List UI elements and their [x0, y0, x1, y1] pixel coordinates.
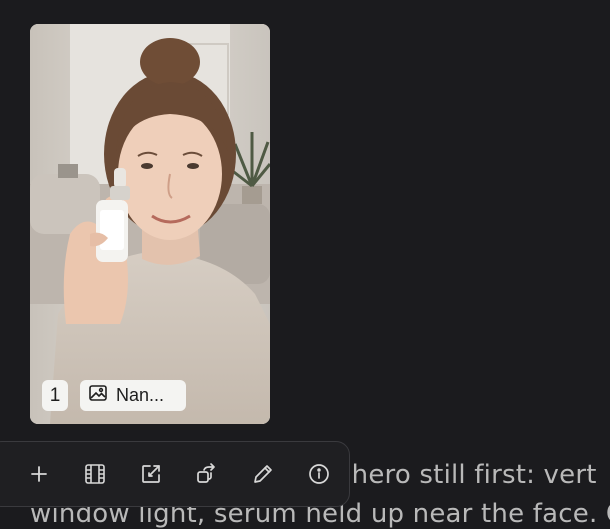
attachment-index: 1 [49, 384, 61, 406]
message-text-line-1: e hero still first: vert [327, 460, 597, 490]
attachment-index-badge: 1 [42, 380, 68, 411]
share-icon[interactable] [195, 462, 219, 486]
pencil-icon[interactable] [251, 462, 275, 486]
external-link-icon[interactable] [139, 462, 163, 486]
message-action-toolbar [0, 441, 350, 507]
attachment-name: Nan... [116, 385, 165, 405]
attachment-photo [30, 24, 270, 424]
image-icon [88, 383, 108, 408]
image-attachment-card[interactable]: 1 Nan... [30, 24, 270, 424]
info-icon[interactable] [307, 462, 331, 486]
plus-icon[interactable] [27, 462, 51, 486]
attachment-name-badge[interactable]: Nan... [80, 380, 186, 411]
film-icon[interactable] [83, 462, 107, 486]
